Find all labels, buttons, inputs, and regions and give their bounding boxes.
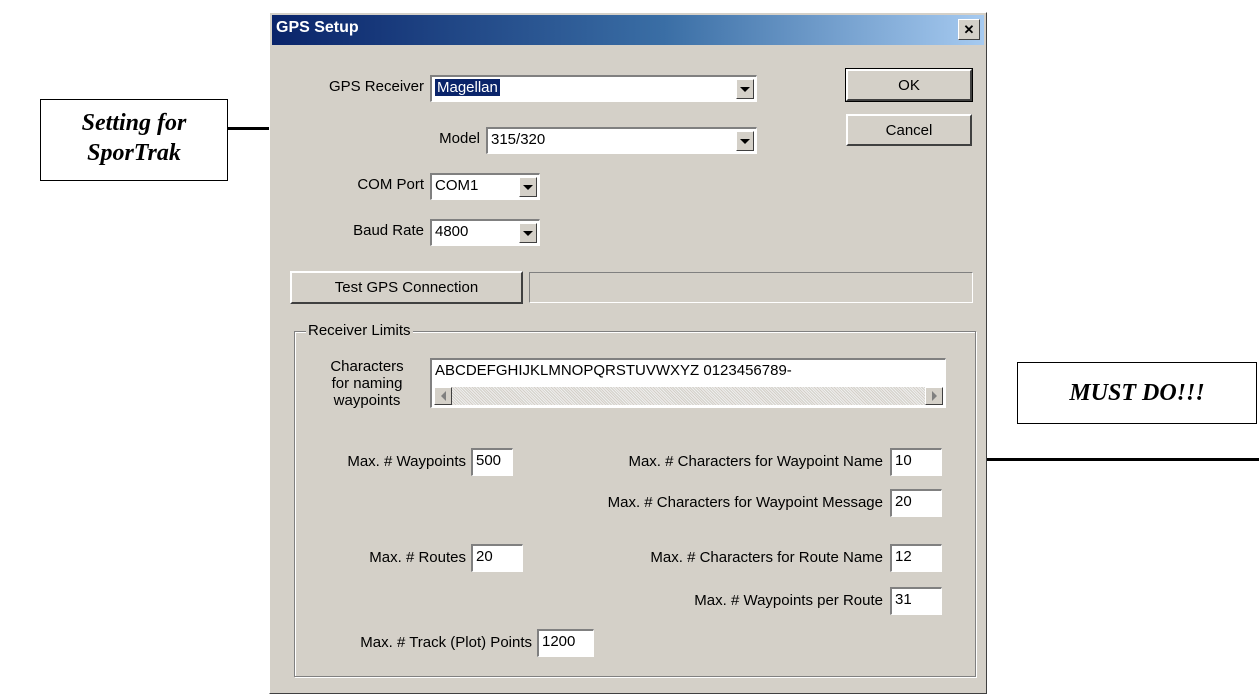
max-chars-waypoint-message-field[interactable]: 20	[890, 489, 942, 517]
baud-rate-dropdown[interactable]: 4800	[430, 219, 540, 246]
com-port-label: COM Port	[357, 176, 424, 193]
max-chars-waypoint-message-label: Max. # Characters for Waypoint Message	[607, 494, 883, 511]
callout-sportrak: Setting for SporTrak	[40, 99, 228, 181]
callout-sportrak-line1: Setting for	[81, 110, 187, 136]
model-dropdown[interactable]: 315/320	[486, 127, 757, 154]
gps-receiver-dropdown[interactable]: Magellan	[430, 75, 757, 102]
characters-label-line1: Characters	[330, 358, 404, 375]
ok-button[interactable]: OK	[845, 68, 973, 102]
waypoint-characters-field[interactable]: ABCDEFGHIJKLMNOPQRSTUVWXYZ 0123456789-	[430, 358, 946, 408]
max-chars-route-name-field[interactable]: 12	[890, 544, 942, 572]
cancel-button[interactable]: Cancel	[846, 114, 972, 146]
max-chars-route-name-label: Max. # Characters for Route Name	[650, 549, 883, 566]
baud-rate-label: Baud Rate	[353, 222, 424, 239]
max-waypoints-field[interactable]: 500	[471, 448, 513, 476]
horizontal-scrollbar[interactable]	[434, 387, 943, 405]
callout-must-do-text: MUST DO!!!	[1069, 380, 1205, 406]
gps-receiver-dropdown-button[interactable]	[736, 79, 754, 99]
max-waypoints-label: Max. # Waypoints	[347, 453, 466, 470]
scroll-left-button[interactable]	[434, 387, 452, 405]
chevron-left-icon	[440, 391, 446, 401]
callout-must-do-arrow-line	[966, 458, 1259, 461]
max-track-points-field[interactable]: 1200	[537, 629, 594, 657]
model-label: Model	[439, 130, 480, 147]
chevron-down-icon	[740, 86, 750, 92]
characters-label-line2: for naming	[331, 375, 403, 392]
callout-sportrak-line2: SporTrak	[87, 140, 181, 166]
com-port-value: COM1	[435, 177, 479, 194]
title-bar[interactable]: GPS Setup ✕	[272, 15, 984, 45]
max-chars-waypoint-name-field[interactable]: 10	[890, 448, 942, 476]
chevron-down-icon	[740, 138, 750, 144]
characters-label: Characters for naming waypoints	[308, 358, 426, 409]
scroll-right-button[interactable]	[925, 387, 943, 405]
max-track-points-label: Max. # Track (Plot) Points	[360, 634, 532, 651]
chevron-down-icon	[523, 230, 533, 236]
baud-rate-dropdown-button[interactable]	[519, 223, 537, 243]
com-port-dropdown[interactable]: COM1	[430, 173, 540, 200]
max-routes-label: Max. # Routes	[369, 549, 466, 566]
baud-rate-value: 4800	[435, 223, 469, 240]
max-chars-waypoint-name-label: Max. # Characters for Waypoint Name	[628, 453, 883, 470]
waypoint-characters-value: ABCDEFGHIJKLMNOPQRSTUVWXYZ 0123456789-	[435, 362, 792, 379]
max-waypoints-per-route-label: Max. # Waypoints per Route	[694, 592, 883, 609]
dialog-title: GPS Setup	[276, 19, 359, 36]
close-icon: ✕	[963, 22, 975, 37]
close-button[interactable]: ✕	[958, 19, 980, 40]
characters-label-line3: waypoints	[333, 392, 401, 409]
connection-status-bar	[529, 272, 973, 303]
chevron-right-icon	[931, 391, 937, 401]
test-gps-connection-button[interactable]: Test GPS Connection	[290, 271, 523, 304]
callout-must-do: MUST DO!!!	[1017, 362, 1257, 424]
gps-receiver-label: GPS Receiver	[328, 78, 424, 95]
max-routes-field[interactable]: 20	[471, 544, 523, 572]
gps-setup-dialog: GPS Setup ✕ GPS Receiver Magellan Model …	[269, 12, 987, 694]
model-value: 315/320	[491, 131, 546, 148]
max-waypoints-per-route-field[interactable]: 31	[890, 587, 942, 615]
gps-receiver-value: Magellan	[435, 79, 500, 96]
com-port-dropdown-button[interactable]	[519, 177, 537, 197]
model-dropdown-button[interactable]	[736, 131, 754, 151]
chevron-down-icon	[523, 184, 533, 190]
receiver-limits-title: Receiver Limits	[306, 322, 413, 339]
